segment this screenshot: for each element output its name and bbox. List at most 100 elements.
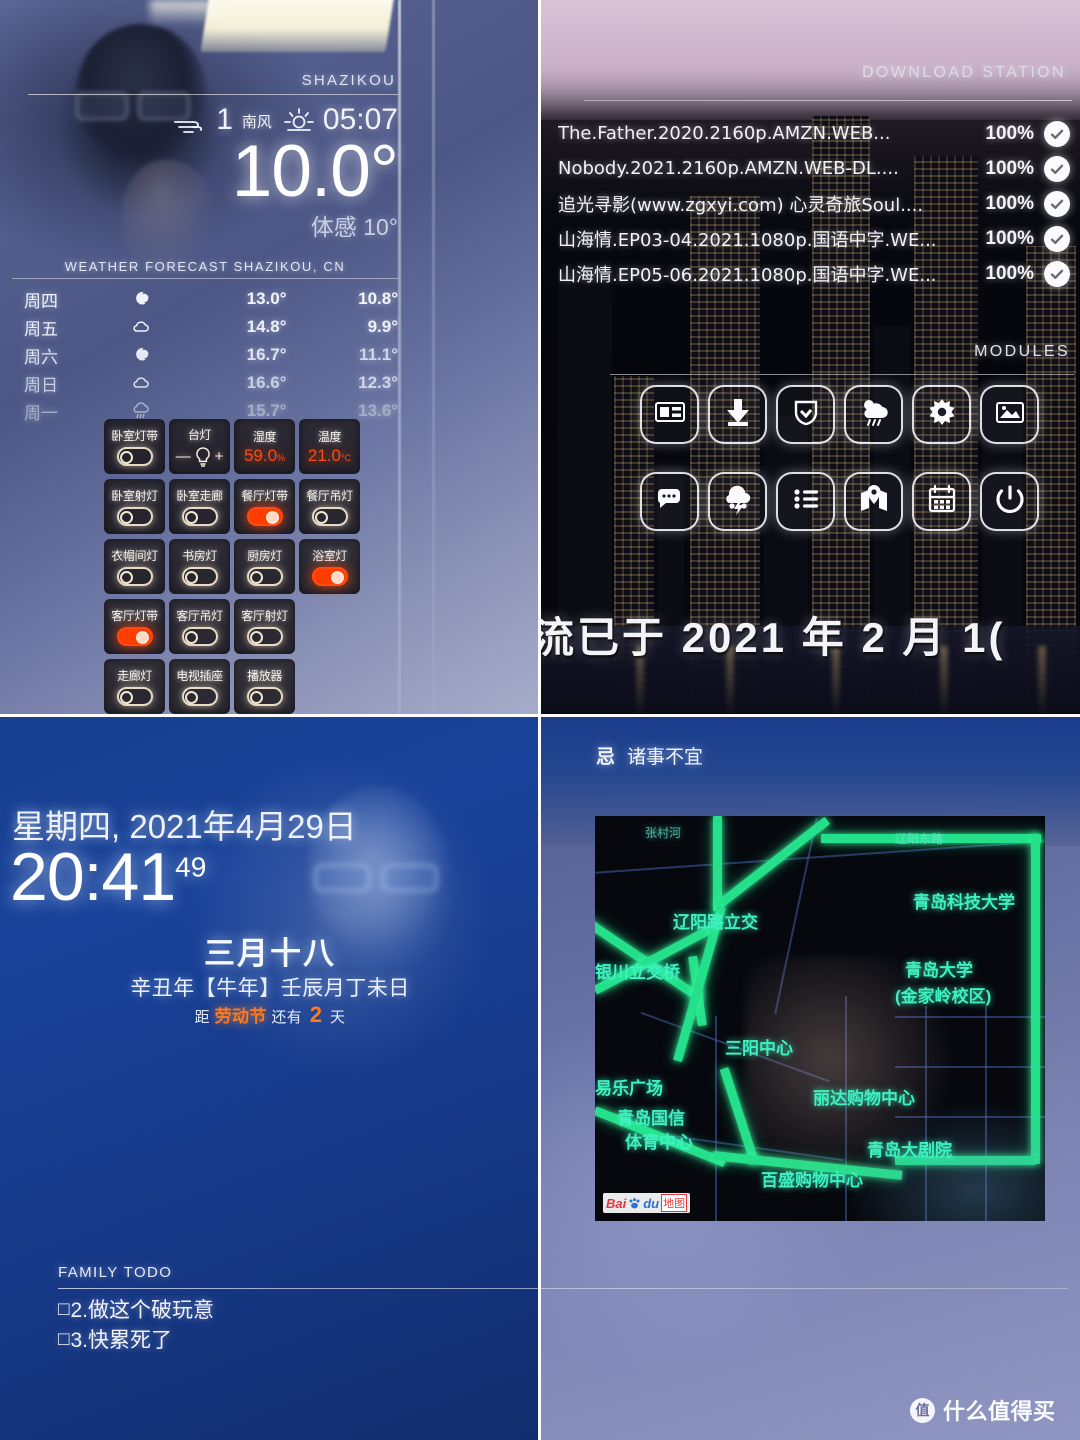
- switch-cell-player[interactable]: 播放器: [234, 659, 295, 714]
- module-shield-refresh-button[interactable]: [776, 385, 835, 444]
- map-label: 银川立交桥: [595, 963, 680, 982]
- dimmer-plus[interactable]: +: [215, 448, 224, 465]
- switch-cell-living-strip[interactable]: 客厅灯带: [104, 599, 165, 654]
- toggle-switch[interactable]: [181, 687, 218, 706]
- download-name: 山海情.EP03-04.2021.1080p.国语中字.WE...: [558, 229, 937, 251]
- map-label: 体育中心: [625, 1133, 693, 1152]
- switch-cell-bedroom-spot[interactable]: 卧室射灯: [104, 479, 165, 534]
- module-calendar-button[interactable]: [912, 472, 971, 531]
- moon-cloud-icon: [111, 341, 171, 369]
- list-item[interactable]: 山海情.EP03-04.2021.1080p.国语中字.WE... 100%: [558, 221, 1070, 256]
- module-power-button[interactable]: [980, 472, 1039, 531]
- switch-cell-tv-socket[interactable]: 电视插座: [169, 659, 230, 714]
- toggle-switch[interactable]: [311, 567, 348, 586]
- dimmer-minus[interactable]: —: [176, 448, 191, 465]
- traffic-map[interactable]: 张村河 辽阳东路 辽阳路立交 青岛科技大学 银川立交桥 青岛大学 (金家岭校区)…: [595, 816, 1045, 1221]
- chat-bubbles-icon: [652, 481, 688, 522]
- divider: [58, 1288, 1068, 1289]
- switch-cell-dining-pendant[interactable]: 餐厅吊灯: [299, 479, 360, 534]
- switch-cell-closet[interactable]: 衣帽间灯: [104, 539, 165, 594]
- module-settings-button[interactable]: [912, 385, 971, 444]
- quadrant-map-todo: 忌诸事不宜 张村河 辽阳东路 辽阳路立交 青岛科技大学 银川立交桥 青岛大学 (…: [540, 716, 1080, 1440]
- module-list-button[interactable]: [776, 472, 835, 531]
- switch-cell-living-spot[interactable]: 客厅射灯: [234, 599, 295, 654]
- cloudy-icon: [111, 369, 171, 397]
- module-map-button[interactable]: [844, 472, 903, 531]
- clock-seconds: 49: [175, 851, 207, 883]
- checkbox[interactable]: □: [58, 1297, 69, 1324]
- screenshot-collage: SHAZIKOU 1 南风 05:07 10.0° 体感 10° WEATHER…: [0, 0, 1080, 1440]
- switch-cell-dining-strip[interactable]: 餐厅灯带: [234, 479, 295, 534]
- toggle-switch[interactable]: [311, 507, 348, 526]
- module-chat-button[interactable]: [640, 472, 699, 531]
- toggle-switch[interactable]: [246, 567, 283, 586]
- download-name: The.Father.2020.2160p.AMZN.WEB...: [558, 123, 891, 144]
- current-conditions: 1 南风 05:07 10.0° 体感 10°: [0, 103, 410, 242]
- dimmer-control[interactable]: — +: [176, 446, 224, 468]
- toggle-switch[interactable]: [181, 567, 218, 586]
- download-station-title: DOWNLOAD STATION: [861, 64, 1066, 81]
- switch-cell-bedroom-hall[interactable]: 卧室走廊: [169, 479, 230, 534]
- toggle-switch[interactable]: [116, 507, 153, 526]
- map-label: 丽达购物中心: [813, 1089, 915, 1108]
- wind-direction: 南风: [241, 114, 272, 131]
- switch-cell-study[interactable]: 书房灯: [169, 539, 230, 594]
- map-label: 青岛大剧院: [867, 1141, 952, 1160]
- watermark: 值 什么值得买: [910, 1394, 1056, 1426]
- toggle-switch[interactable]: [116, 447, 153, 466]
- wind-icon: [173, 110, 207, 133]
- checkbox[interactable]: □: [58, 1327, 69, 1354]
- map-pin-icon: [856, 481, 892, 522]
- table-row: 周四 13.0° 10.8°: [12, 285, 398, 313]
- module-weather-button[interactable]: [844, 385, 903, 444]
- module-photos-button[interactable]: [980, 385, 1039, 444]
- switch-cell-corridor[interactable]: 走廊灯: [104, 659, 165, 714]
- switch-cell-desk-lamp-dimmer[interactable]: 台灯 — +: [169, 419, 230, 474]
- list-item[interactable]: 追光寻影(www.zgxyi.com) 心灵奇旅Soul.... 100%: [558, 186, 1070, 221]
- toggle-switch[interactable]: [116, 627, 153, 646]
- almanac-ji-overlap: 忌诸事不宜: [596, 747, 704, 768]
- module-car-cloud-button[interactable]: [708, 472, 767, 531]
- forecast-title: WEATHER FORECAST SHAZIKOU, CN: [64, 259, 346, 275]
- current-temperature: 10.0°: [231, 131, 399, 212]
- map-label: 张村河: [645, 826, 682, 840]
- toggle-switch[interactable]: [181, 507, 218, 526]
- divider: [584, 100, 1072, 101]
- watermark-badge: 值: [910, 1397, 935, 1423]
- collage-divider-vertical: [538, 0, 541, 1440]
- map-label: 青岛国信: [617, 1109, 685, 1128]
- map-label: 青岛科技大学: [913, 893, 1015, 912]
- modules-title: MODULES: [974, 343, 1070, 360]
- toggle-switch[interactable]: [116, 567, 153, 586]
- festival-countdown: 距 劳动节 还有 2 天: [194, 1002, 346, 1027]
- toggle-switch[interactable]: [116, 687, 153, 706]
- check-circle-icon: [1044, 120, 1070, 147]
- list-item[interactable]: □ 2.做这个破玩意: [58, 1296, 214, 1326]
- switch-cell-bedroom-strip[interactable]: 卧室灯带: [104, 419, 165, 474]
- cloudy-icon: [111, 313, 171, 341]
- toggle-switch[interactable]: [246, 507, 283, 526]
- list-item[interactable]: □ 3.快累死了: [58, 1326, 214, 1356]
- check-circle-icon: [1044, 155, 1070, 182]
- map-attribution: Bai du 地图: [603, 1193, 691, 1213]
- list-icon: [788, 481, 824, 522]
- list-item[interactable]: 山海情.EP05-06.2021.1080p.国语中字.WE... 100%: [558, 256, 1070, 291]
- divider: [610, 374, 1074, 375]
- todo-text: 3.快累死了: [70, 1328, 172, 1352]
- sensor-cell-temperature: 温度 21.0°C: [299, 419, 360, 474]
- switch-cell-living-pendant[interactable]: 客厅吊灯: [169, 599, 230, 654]
- list-item[interactable]: Nobody.2021.2160p.AMZN.WEB-DL.... 100%: [558, 151, 1070, 186]
- forecast-table: 周四 13.0° 10.8° 周五 14.8° 9.9° 周六 16.7° 11…: [12, 285, 398, 425]
- download-progress: 100%: [985, 192, 1034, 214]
- switch-cell-kitchen[interactable]: 厨房灯: [234, 539, 295, 594]
- toggle-switch[interactable]: [246, 687, 283, 706]
- toggle-switch[interactable]: [181, 627, 218, 646]
- family-todo-list: □ 2.做这个破玩意 □ 3.快累死了: [58, 1296, 214, 1356]
- list-item[interactable]: The.Father.2020.2160p.AMZN.WEB... 100%: [558, 116, 1070, 151]
- module-news-dashboard-button[interactable]: [640, 385, 699, 444]
- toggle-switch[interactable]: [246, 627, 283, 646]
- weather-widget: SHAZIKOU 1 南风 05:07 10.0° 体感 10° WEATHER…: [0, 0, 410, 425]
- switch-cell-bathroom[interactable]: 浴室灯: [299, 539, 360, 594]
- module-download-button[interactable]: [708, 385, 767, 444]
- divider: [12, 278, 398, 280]
